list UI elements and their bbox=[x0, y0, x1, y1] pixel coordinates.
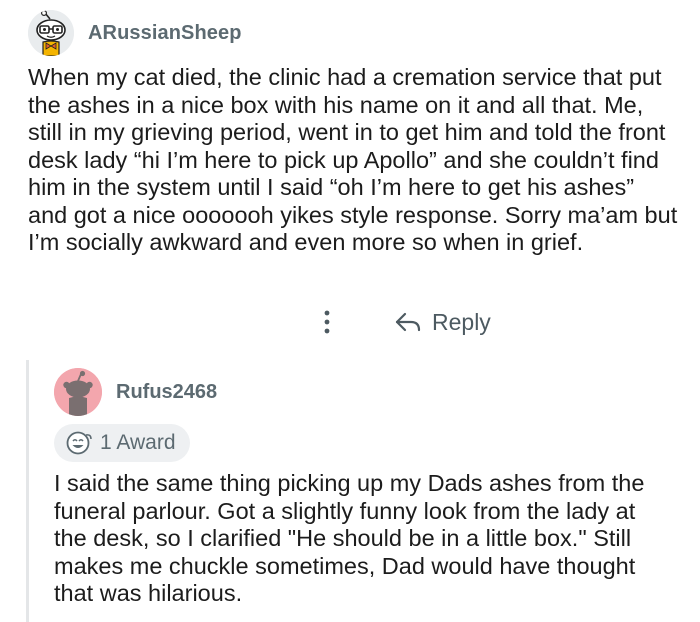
thread-line[interactable] bbox=[26, 360, 29, 622]
snoo-avatar-with-glasses-icon[interactable] bbox=[28, 10, 74, 56]
award-count: 1 Award bbox=[100, 431, 176, 454]
reply-label: Reply bbox=[432, 308, 491, 335]
vertical-ellipsis-icon bbox=[324, 310, 330, 334]
reply-comment: Rufus2468 1 Award I said the same thing … bbox=[54, 366, 694, 606]
reply-header: Rufus2468 bbox=[54, 366, 694, 418]
comment-header: ARussianSheep bbox=[28, 8, 242, 58]
comment-actions: Reply bbox=[0, 300, 700, 344]
reply-body: I said the same thing picking up my Dads… bbox=[54, 470, 645, 606]
default-snoo-avatar-icon[interactable] bbox=[54, 368, 102, 416]
reply-author[interactable]: Rufus2468 bbox=[116, 381, 217, 404]
reply-arrow-icon bbox=[395, 312, 421, 332]
comment-body: When my cat died, the clinic had a crema… bbox=[28, 64, 678, 255]
reply-button[interactable]: Reply bbox=[394, 304, 491, 340]
comment-author[interactable]: ARussianSheep bbox=[88, 22, 242, 45]
award-icon bbox=[66, 431, 92, 455]
more-options-button[interactable] bbox=[314, 306, 340, 338]
award-badge[interactable]: 1 Award bbox=[54, 424, 190, 462]
